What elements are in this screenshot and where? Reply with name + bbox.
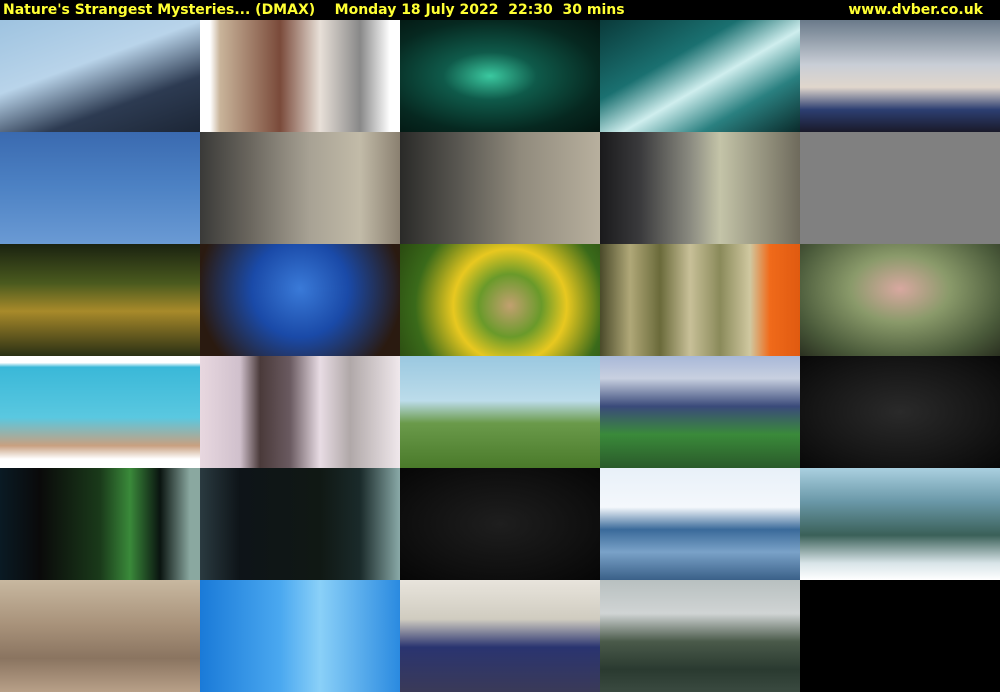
thumbnail-28 xyxy=(400,580,600,692)
thumbnail-10 xyxy=(800,132,1000,244)
thumbnail-22 xyxy=(200,468,400,580)
thumbnail-11 xyxy=(0,244,200,356)
thumbnail-19 xyxy=(600,356,800,468)
thumbnail-grid xyxy=(0,20,1000,692)
thumbnail-6 xyxy=(0,132,200,244)
thumbnail-13 xyxy=(400,244,600,356)
thumbnail-20 xyxy=(800,356,1000,468)
thumbnail-26 xyxy=(0,580,200,692)
thumbnail-8 xyxy=(400,132,600,244)
thumbnail-25 xyxy=(800,468,1000,580)
thumbnail-21 xyxy=(0,468,200,580)
thumbnail-18 xyxy=(400,356,600,468)
thumbnail-24 xyxy=(600,468,800,580)
thumbnail-27 xyxy=(200,580,400,692)
thumbnail-3 xyxy=(400,20,600,132)
thumbnail-1 xyxy=(0,20,200,132)
header-bar: Nature's Strangest Mysteries... (DMAX) M… xyxy=(0,0,1000,20)
thumbnail-23 xyxy=(400,468,600,580)
thumbnail-14 xyxy=(600,244,800,356)
thumbnail-17 xyxy=(200,356,400,468)
thumbnail-7 xyxy=(200,132,400,244)
thumbnail-9 xyxy=(600,132,800,244)
thumbnail-2 xyxy=(200,20,400,132)
thumbnail-5 xyxy=(800,20,1000,132)
thumbnail-12 xyxy=(200,244,400,356)
site-url: www.dvber.co.uk xyxy=(848,2,983,18)
thumbnail-15 xyxy=(800,244,1000,356)
programme-title: Nature's Strangest Mysteries... (DMAX) M… xyxy=(3,2,625,18)
thumbnail-29 xyxy=(600,580,800,692)
thumbnail-4 xyxy=(600,20,800,132)
thumbnail-16 xyxy=(0,356,200,468)
